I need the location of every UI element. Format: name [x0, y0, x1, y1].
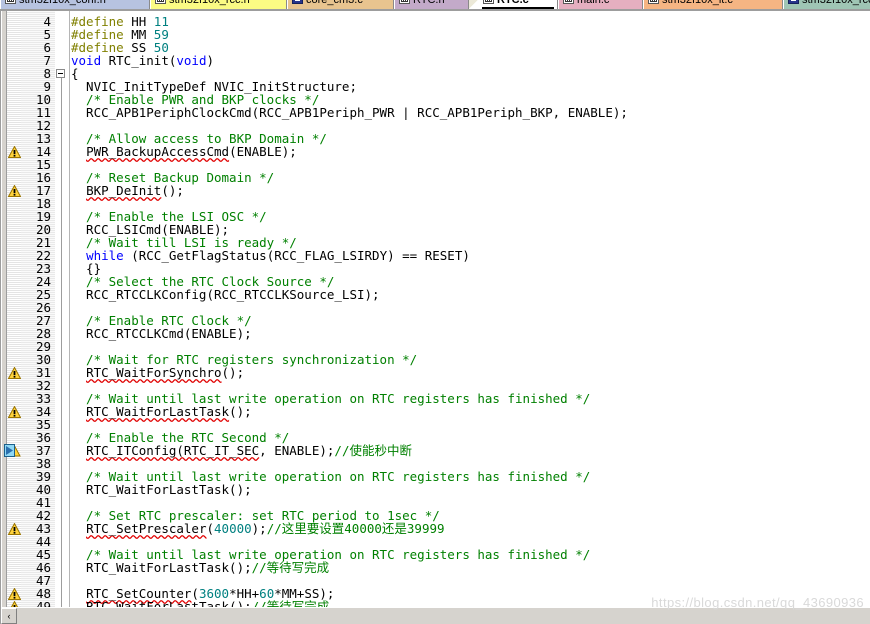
code-token: RTC_WaitForLastTask();	[71, 482, 252, 497]
code-token: void	[176, 53, 207, 68]
code-token: ();	[221, 365, 245, 380]
code-token: RTC_WaitForLastTask	[86, 599, 230, 607]
code-token: ();	[161, 183, 184, 198]
gutter-separator	[69, 11, 70, 607]
grid-document-icon	[483, 0, 494, 4]
code-line[interactable]: RCC_RTCCLKCmd(ENABLE);	[71, 327, 252, 340]
editor-tab-core-cm3-c[interactable]: core_cm3.c	[287, 0, 394, 9]
editor-tab-stm32f10x-it-c[interactable]: stm32f10x_it.c	[643, 0, 783, 9]
line-number-gutter: 4 5 6 7 8 9 10 11 12 13 14 15 16 17 18 19 20 21 22 23 24 25 26…	[21, 11, 55, 607]
code-line[interactable]: PWR_BackupAccessCmd(ENABLE);	[71, 145, 297, 158]
code-token: //等待写完成	[251, 599, 330, 607]
fold-collapse-icon[interactable]	[56, 69, 65, 78]
warning-triangle-icon[interactable]	[8, 367, 21, 379]
code-line[interactable]: RCC_APB1PeriphClockCmd(RCC_APB1Periph_PW…	[71, 106, 628, 119]
marker-gutter[interactable]	[2, 11, 21, 607]
code-token: ();	[229, 599, 252, 607]
scroll-left-arrow-icon[interactable]: ‹	[1, 608, 17, 624]
editor-tab-label: stm32f10x_rcc.h	[169, 0, 250, 7]
code-token: (	[206, 521, 215, 536]
code-token: ();	[229, 404, 252, 419]
code-line[interactable]: void RTC_init(void)	[71, 54, 214, 67]
editor-tab-label: main.c	[577, 0, 610, 7]
editor-tab-label: RTC.h	[413, 0, 445, 7]
code-token: RTC_WaitForSynchro	[86, 365, 222, 380]
line-number: 49	[35, 599, 51, 607]
code-token: RTC_SetPrescaler	[86, 521, 207, 536]
editor-tab-stm32f10x-rcc-h[interactable]: stm32f10x_rcc.h	[150, 0, 287, 9]
code-token: );	[251, 521, 267, 536]
warning-triangle-icon[interactable]	[8, 523, 21, 535]
code-line[interactable]: RTC_SetPrescaler(40000);//这里要设置40000还是39…	[71, 521, 445, 536]
code-token: 40000	[214, 521, 252, 536]
editor-tab-rtc-h[interactable]: RTC.h	[394, 0, 469, 9]
grid-document-icon	[563, 0, 574, 4]
horizontal-scrollbar[interactable]: ‹	[1, 607, 870, 624]
code-token: RCC_RTCCLKCmd(ENABLE);	[71, 326, 252, 341]
code-token: PWR_BackupAccessCmd	[86, 144, 230, 159]
warning-triangle-icon[interactable]	[8, 185, 21, 197]
warning-triangle-icon[interactable]	[8, 406, 21, 418]
code-token: RCC_APB1PeriphClockCmd(RCC_APB1Periph_PW…	[71, 105, 628, 120]
code-token: RTC_init(	[101, 53, 177, 68]
editor-tab-label: stm32f10x_conf.h	[19, 0, 106, 7]
code-token: //使能秒中断	[334, 443, 412, 458]
editor-frame: 4 5 6 7 8 9 10 11 12 13 14 15 16 17 18 19 20 21 22 23 24 25 26…	[0, 9, 870, 624]
code-token: )	[206, 53, 215, 68]
code-token: RTC_WaitForLastTask();	[71, 560, 252, 575]
code-text-area[interactable]: #define HH 11 #define MM 59 #define SS 50 v…	[71, 11, 870, 607]
editor-window: stm32f10x_conf.h stm32f10x_rcc.h core_cm3.…	[0, 0, 870, 624]
code-token: RTC_WaitForLastTask	[86, 404, 230, 419]
scrollbar-track[interactable]	[18, 608, 870, 624]
editor-tab-stm32f10x-conf-h[interactable]: stm32f10x_conf.h	[0, 0, 150, 9]
code-line[interactable]: RCC_RTCCLKConfig(RCC_RTCCLKSource_LSI);	[71, 288, 380, 301]
code-line[interactable]: RTC_WaitForLastTask();//等待写完成	[71, 561, 329, 574]
blue-source-icon	[292, 0, 303, 4]
code-token: RCC_RTCCLKConfig(RCC_RTCCLKSource_LSI);	[71, 287, 380, 302]
code-line[interactable]: RTC_ITConfig(RTC_IT_SEC, ENABLE);//使能秒中断	[71, 444, 412, 457]
warning-triangle-icon[interactable]	[8, 146, 21, 158]
editor-tab-label: core_cm3.c	[306, 0, 363, 7]
bookmark-arrow-icon[interactable]	[4, 444, 21, 457]
blue-source-icon	[788, 0, 799, 4]
code-token: BKP_DeInit	[86, 183, 162, 198]
editor-tab-main-c[interactable]: main.c	[558, 0, 643, 9]
editor-tab-rtc-c[interactable]: RTC.c	[478, 0, 558, 9]
code-line[interactable]: RTC_WaitForSynchro();	[71, 366, 244, 379]
code-token: //等待写完成	[251, 560, 330, 575]
code-token: RTC_ITConfig(RTC_IT_SEC	[86, 443, 260, 458]
code-token: (RCC_GetFlagStatus(RCC_FLAG_LSIRDY) == R…	[123, 248, 470, 263]
fold-range-line	[61, 78, 62, 607]
grid-document-icon	[648, 0, 659, 4]
tab-skew-divider	[469, 0, 478, 9]
editor-tab-label: RTC.c	[497, 0, 529, 7]
grid-document-icon	[399, 0, 410, 4]
editor-tab-strip[interactable]: stm32f10x_conf.h stm32f10x_rcc.h core_cm3.…	[0, 0, 870, 9]
code-token: , ENABLE);	[259, 443, 335, 458]
code-line[interactable]: RTC_WaitForLastTask();	[71, 483, 252, 496]
code-line[interactable]: RTC_WaitForLastTask();	[71, 405, 252, 418]
editor-tab-label: stm32f10x_it.c	[662, 0, 733, 7]
grid-document-icon	[155, 0, 166, 4]
code-line[interactable]: RTC_WaitForLastTask();//等待写完成	[71, 600, 329, 607]
editor-tab-stm32f10x-rcc-c[interactable]: stm32f10x_rcc.c	[783, 0, 870, 9]
code-folding-gutter[interactable]	[55, 11, 69, 607]
editor-body[interactable]: 4 5 6 7 8 9 10 11 12 13 14 15 16 17 18 19 20 21 22 23 24 25 26…	[1, 11, 870, 607]
code-line[interactable]: while (RCC_GetFlagStatus(RCC_FLAG_LSIRDY…	[71, 249, 470, 262]
editor-tab-label: stm32f10x_rcc.c	[802, 0, 870, 7]
grid-document-icon	[5, 0, 16, 4]
code-token: (ENABLE);	[229, 144, 297, 159]
code-line[interactable]: BKP_DeInit();	[71, 184, 184, 197]
warning-triangle-icon[interactable]	[8, 588, 21, 600]
code-token: //这里要设置40000还是39999	[266, 521, 445, 536]
